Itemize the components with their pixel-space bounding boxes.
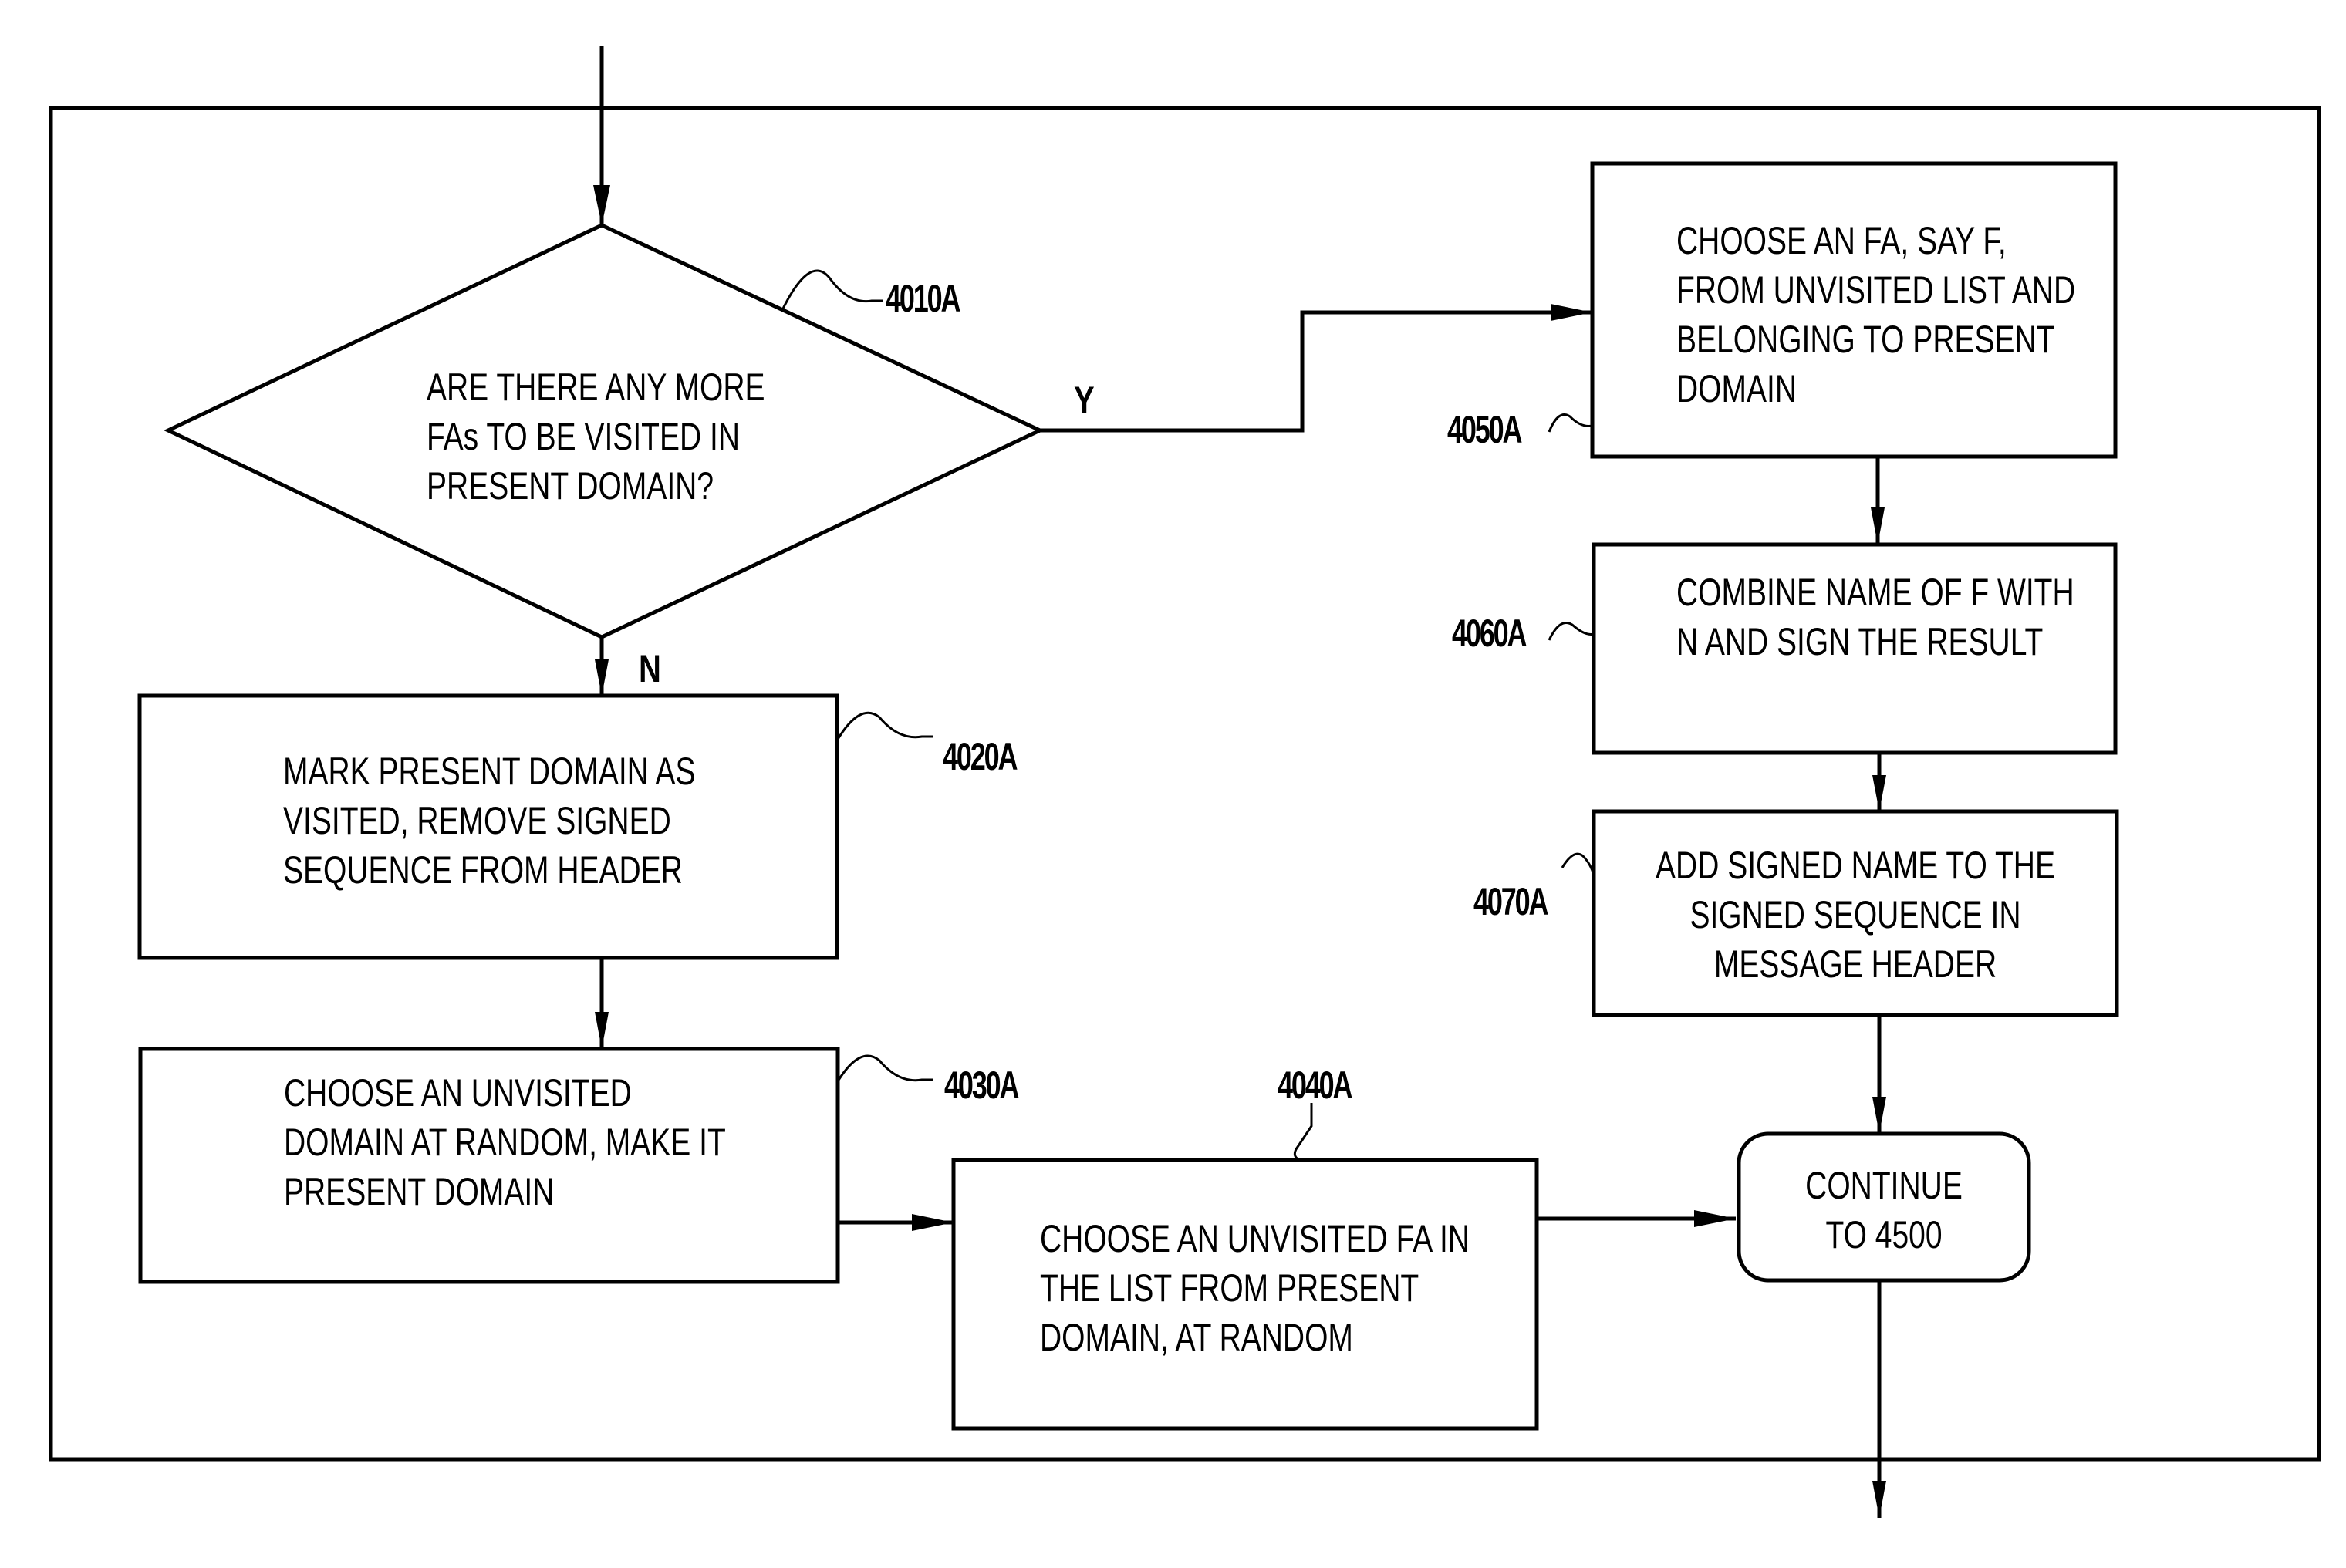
branch-label-yes: Y — [1074, 379, 1095, 422]
terminal-continue-text: CONTINUE TO 4500 — [1805, 1164, 1963, 1256]
process-4040a-text: CHOOSE AN UNVISITED FA IN THE LIST FROM … — [1040, 1217, 1470, 1359]
ref-4050a: 4050A — [1447, 408, 1522, 451]
branch-label-no: N — [639, 647, 661, 690]
ref-4040a: 4040A — [1278, 1064, 1352, 1107]
process-4070a-text: ADD SIGNED NAME TO THE SIGNED SEQUENCE I… — [1656, 844, 2055, 986]
decision-4010a-text: ARE THERE ANY MORE FAs TO BE VISITED IN … — [427, 366, 765, 507]
process-4060a-text: COMBINE NAME OF F WITH N AND SIGN THE RE… — [1676, 571, 2074, 663]
process-4020a-text: MARK PRESENT DOMAIN AS VISITED, REMOVE S… — [283, 750, 696, 892]
ref-4010a: 4010A — [886, 277, 960, 320]
ref-4060a: 4060A — [1452, 612, 1527, 655]
process-4050a-text: CHOOSE AN FA, SAY F, FROM UNVISITED LIST… — [1676, 219, 2076, 410]
ref-4070a: 4070A — [1473, 880, 1548, 923]
process-4030a-text: CHOOSE AN UNVISITED DOMAIN AT RANDOM, MA… — [284, 1071, 726, 1213]
exit-arrowhead — [1872, 1481, 1886, 1518]
ref-4030a: 4030A — [944, 1064, 1019, 1107]
ref-4020a: 4020A — [943, 735, 1018, 778]
